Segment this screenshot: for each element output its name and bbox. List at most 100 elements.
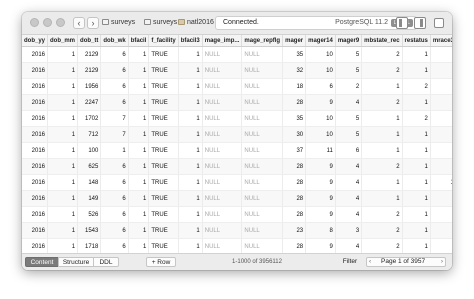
table-cell[interactable]: NULL [241,126,284,143]
table-cell[interactable]: 6 [100,238,129,253]
table-cell[interactable]: 2 [430,238,452,253]
table-cell[interactable]: 37 [282,142,307,159]
table-cell[interactable]: 1 [178,174,203,191]
table-cell[interactable]: 1 [402,238,431,253]
table-cell[interactable]: 2016 [22,62,49,79]
table-cell[interactable]: 9 [305,94,336,111]
table-cell[interactable]: 625 [77,158,102,175]
tab-structure[interactable]: Structure [58,257,94,267]
table-cell[interactable]: NULL [202,62,243,79]
table-cell[interactable]: 1 [47,206,79,223]
table-cell[interactable]: 2016 [22,206,49,223]
table-cell[interactable]: NULL [241,222,284,239]
table-cell[interactable]: 2016 [22,158,49,175]
table-cell[interactable]: 10 [305,46,336,63]
table-cell[interactable]: 2016 [22,142,49,159]
table-cell[interactable]: 5 [335,46,363,63]
back-button[interactable]: ‹ [73,17,85,29]
table-cell[interactable]: 1 [128,222,150,239]
table-cell[interactable]: 1 [128,158,150,175]
table-cell[interactable]: NULL [241,190,284,207]
table-cell[interactable]: 1 [178,222,203,239]
column-header[interactable]: bfacil3 [178,35,203,47]
table-cell[interactable]: 9 [305,174,336,191]
table-cell[interactable]: 5 [335,62,363,79]
table-cell[interactable]: 9 [305,238,336,253]
table-cell[interactable]: 1702 [77,110,102,127]
table-cell[interactable]: 2016 [22,78,49,95]
table-cell[interactable]: 1 [178,238,203,253]
table-cell[interactable]: 1 [128,126,150,143]
table-cell[interactable]: 2016 [22,94,49,111]
table-cell[interactable]: 7 [100,110,129,127]
table-cell[interactable]: NULL [241,110,284,127]
table-cell[interactable]: TRUE [148,126,179,143]
table-cell[interactable]: TRUE [148,142,179,159]
table-row[interactable]: 20161212961TRUE1NULLNULL35105211111NULL [22,46,452,63]
table-cell[interactable]: 4 [430,62,452,79]
table-cell[interactable]: NULL [241,158,284,175]
table-cell[interactable]: 1 [402,142,431,159]
table-cell[interactable]: 6 [100,174,129,191]
table-cell[interactable]: NULL [202,46,243,63]
table-cell[interactable]: NULL [202,94,243,111]
next-page-button[interactable]: › [441,258,443,266]
column-header[interactable]: dob_tt [77,35,102,47]
table-cell[interactable]: 6 [335,142,363,159]
table-cell[interactable]: 2 [361,46,403,63]
table-row[interactable]: 20161154361TRUE1NULLNULL23832111011NULL [22,222,452,239]
table-cell[interactable]: 6 [100,190,129,207]
column-header[interactable]: dob_yy [22,35,49,47]
breadcrumb-schema[interactable]: surveys [144,17,177,29]
table-cell[interactable]: 1 [128,110,150,127]
table-cell[interactable]: NULL [241,94,284,111]
table-cell[interactable]: 2 [402,78,431,95]
breadcrumb-table[interactable]: natl2016 [178,17,214,29]
table-cell[interactable]: 1 [178,62,203,79]
table-cell[interactable]: 1 [402,222,431,239]
table-cell[interactable]: 1 [128,190,150,207]
table-cell[interactable]: TRUE [148,174,179,191]
table-cell[interactable]: 6 [100,158,129,175]
table-cell[interactable]: TRUE [148,206,179,223]
table-cell[interactable]: 1 [178,206,203,223]
column-header[interactable]: restatus [402,35,431,47]
table-cell[interactable]: 1 [402,206,431,223]
table-cell[interactable]: 1 [178,190,203,207]
minimize-window-button[interactable] [43,18,52,27]
table-cell[interactable]: 2016 [22,126,49,143]
table-cell[interactable]: 1 [47,46,79,63]
table-cell[interactable]: 1 [128,94,150,111]
column-header[interactable]: mbstate_rec [361,35,403,47]
table-cell[interactable]: 712 [77,126,102,143]
table-cell[interactable]: NULL [202,126,243,143]
table-cell[interactable]: 1 [47,158,79,175]
table-cell[interactable]: NULL [202,78,243,95]
table-cell[interactable]: 2 [361,158,403,175]
tab-content[interactable]: Content [25,257,59,267]
table-cell[interactable]: 1 [128,62,150,79]
table-cell[interactable]: TRUE [148,94,179,111]
table-cell[interactable]: 1 [178,78,203,95]
table-cell[interactable]: TRUE [148,222,179,239]
table-cell[interactable]: 1 [128,238,150,253]
table-cell[interactable]: 3 [430,78,452,95]
table-cell[interactable]: 9 [305,158,336,175]
table-cell[interactable]: 1 [47,222,79,239]
table-cell[interactable]: 1 [47,174,79,191]
toggle-sidebar-button[interactable] [396,17,408,29]
table-cell[interactable]: 1 [361,190,403,207]
table-cell[interactable]: 1 [402,46,431,63]
table-cell[interactable]: 1 [430,190,452,207]
table-cell[interactable]: 1 [100,142,129,159]
column-header[interactable]: mager14 [305,35,336,47]
table-row[interactable]: 2016110011TRUE1NULLNULL371161111011TRUE [22,142,452,159]
table-cell[interactable]: 8 [305,222,336,239]
table-cell[interactable]: 2016 [22,46,49,63]
table-cell[interactable]: NULL [241,46,284,63]
table-cell[interactable]: 2 [361,94,403,111]
table-cell[interactable]: 4 [335,174,363,191]
table-cell[interactable]: 1 [402,158,431,175]
table-cell[interactable]: 23 [282,222,307,239]
table-cell[interactable]: 1 [402,94,431,111]
